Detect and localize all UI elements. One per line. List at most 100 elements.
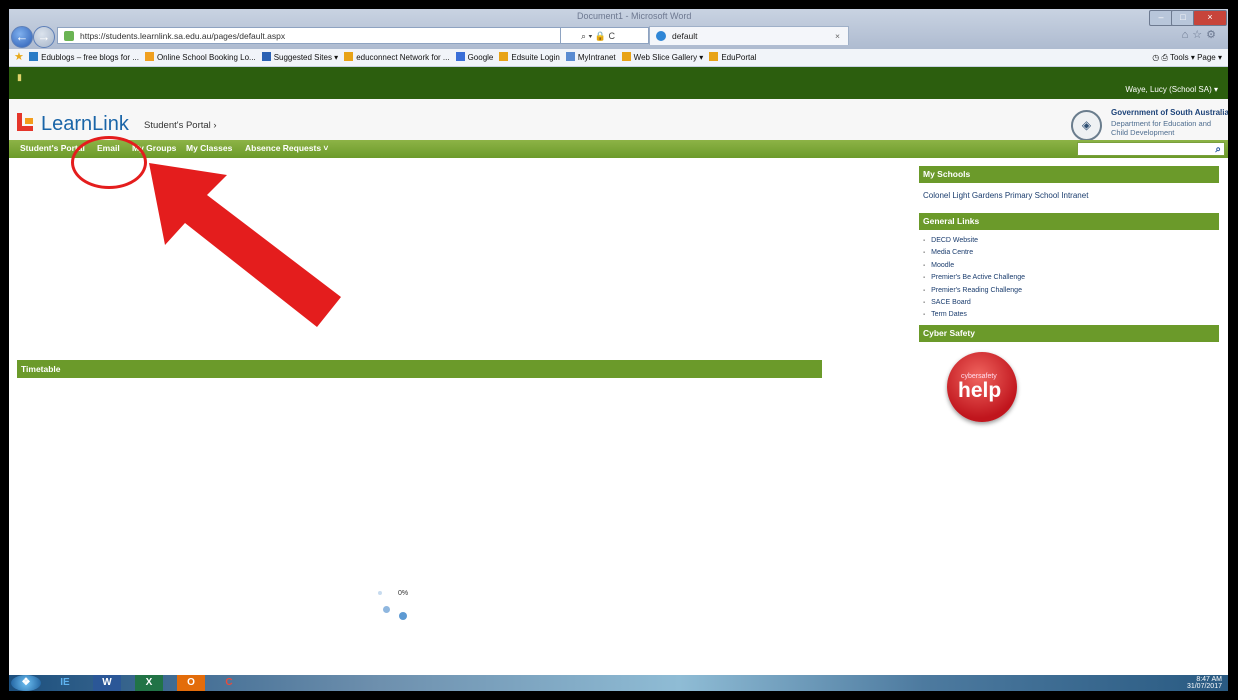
general-links-list: DECD Website Media Centre Moodle Premier… bbox=[923, 235, 1025, 322]
browser-toolbar-icons[interactable]: ⌂☆⚙ bbox=[1182, 28, 1220, 41]
favorite-link[interactable]: Edublogs – free blogs for ... bbox=[29, 49, 139, 66]
search-icon[interactable]: ⌕ bbox=[1215, 143, 1221, 156]
school-link[interactable]: Colonel Light Gardens Primary School Int… bbox=[923, 191, 1088, 200]
settings-gear-icon[interactable]: ⚙ bbox=[1206, 29, 1220, 41]
scroll-up-icon[interactable]: ⌃ bbox=[1217, 111, 1224, 120]
government-branding: ◈ Government of South Australia Departme… bbox=[1071, 106, 1228, 144]
favorites-bar: ★ Edublogs – free blogs for ... Online Sc… bbox=[9, 49, 1228, 67]
nav-item-absence-requests[interactable]: Absence Requests ˅ bbox=[245, 143, 328, 153]
maximize-button[interactable]: □ bbox=[1171, 10, 1195, 26]
taskbar-ie[interactable]: IE bbox=[51, 675, 79, 691]
gov-department: Department for Education and Child Devel… bbox=[1111, 119, 1212, 137]
back-arrow-icon: ← bbox=[15, 29, 29, 44]
link-sace-board[interactable]: SACE Board bbox=[923, 297, 1025, 309]
address-controls[interactable]: ⌕ ▾ 🔒 C bbox=[561, 27, 649, 44]
favorite-label: Google bbox=[467, 53, 494, 62]
annotation-arrow-icon bbox=[149, 163, 341, 327]
tab-title: default bbox=[672, 31, 698, 41]
favorite-page-icon bbox=[144, 52, 154, 61]
favorite-label: Edublogs – free blogs for ... bbox=[41, 53, 139, 62]
favorite-link[interactable]: Online School Booking Lo... bbox=[144, 49, 256, 66]
command-bar-text: Tools ▾ Page ▾ bbox=[1169, 53, 1222, 62]
annotation-circle bbox=[71, 136, 147, 189]
favorite-page-icon bbox=[455, 52, 465, 61]
favorite-label: Web Slice Gallery ▾ bbox=[633, 53, 704, 62]
loading-spinner-icon bbox=[376, 585, 416, 625]
favorite-page-icon bbox=[261, 52, 271, 61]
favorite-page-icon bbox=[29, 52, 39, 61]
favorite-label: educonnect Network for ... bbox=[356, 53, 450, 62]
favorite-page-icon bbox=[565, 52, 575, 61]
safety-icon[interactable]: ◷ bbox=[1152, 53, 1159, 62]
taskbar-word[interactable]: W bbox=[93, 675, 121, 691]
window-title: Document1 - Microsoft Word bbox=[577, 11, 692, 21]
link-decd-website[interactable]: DECD Website bbox=[923, 235, 1025, 247]
government-crest-icon: ◈ bbox=[1071, 110, 1102, 141]
windows-taskbar: ❖ IE W X O C 8:47 AM 31/07/2017 bbox=[9, 675, 1228, 691]
site-search-input[interactable]: Search this site... ⌕ bbox=[1077, 142, 1225, 157]
taskbar-chrome[interactable]: C bbox=[215, 675, 243, 691]
back-button[interactable]: ← bbox=[11, 26, 33, 48]
start-button[interactable]: ❖ bbox=[11, 675, 41, 691]
top-navigation: Student's Portal Email My Groups My Clas… bbox=[9, 140, 1228, 158]
system-clock[interactable]: 8:47 AM 31/07/2017 bbox=[1187, 676, 1222, 690]
favorite-link[interactable]: educonnect Network for ... bbox=[344, 49, 450, 66]
link-moodle[interactable]: Moodle bbox=[923, 260, 1025, 272]
timetable-header: Timetable bbox=[17, 360, 822, 378]
forward-arrow-icon: → bbox=[37, 29, 51, 44]
address-url: https://students.learnlink.sa.edu.au/pag… bbox=[80, 31, 286, 41]
favorite-label: Online School Booking Lo... bbox=[156, 53, 256, 62]
favorite-link[interactable]: Web Slice Gallery ▾ bbox=[621, 49, 704, 66]
help-label: help bbox=[958, 379, 1002, 402]
link-term-dates[interactable]: Term Dates bbox=[923, 309, 1025, 321]
clock-date: 31/07/2017 bbox=[1186, 683, 1222, 690]
gov-title: Government of South Australia bbox=[1111, 108, 1228, 117]
sharepoint-icon[interactable]: ▮ bbox=[17, 72, 22, 83]
clock-time: 8:47 AM bbox=[1196, 676, 1222, 683]
cybersafety-help-button[interactable]: cybersafety help bbox=[947, 346, 1026, 422]
favorite-link[interactable]: MyIntranet bbox=[565, 49, 616, 66]
link-media-centre[interactable]: Media Centre bbox=[923, 247, 1025, 259]
link-reading-challenge[interactable]: Premier's Reading Challenge bbox=[923, 285, 1025, 297]
loading-percent: 0% bbox=[398, 590, 409, 597]
ie-page-icon bbox=[656, 31, 666, 41]
learnlink-logo-icon[interactable] bbox=[17, 113, 33, 131]
favorite-link[interactable]: Edsuite Login bbox=[499, 49, 560, 66]
breadcrumb[interactable]: Student's Portal › bbox=[144, 120, 217, 131]
site-icon bbox=[64, 31, 74, 41]
taskbar-excel[interactable]: X bbox=[135, 675, 163, 691]
favorite-link[interactable]: EduPortal bbox=[709, 49, 756, 66]
print-icon[interactable]: ⎙ bbox=[1161, 53, 1167, 62]
favorite-label: MyIntranet bbox=[577, 53, 616, 62]
favorites-star-icon[interactable]: ★ bbox=[14, 49, 24, 66]
address-controls-icons: ⌕ ▾ 🔒 C bbox=[581, 31, 616, 41]
link-be-active-challenge[interactable]: Premier's Be Active Challenge bbox=[923, 272, 1025, 284]
general-links-header: General Links bbox=[919, 213, 1219, 230]
favorite-link[interactable]: Suggested Sites ▾ bbox=[261, 49, 339, 66]
favorite-label: Suggested Sites ▾ bbox=[273, 53, 339, 62]
forward-button[interactable]: → bbox=[33, 26, 55, 48]
favorite-page-icon bbox=[709, 52, 719, 61]
favorite-label: Edsuite Login bbox=[511, 53, 560, 62]
address-bar[interactable]: https://students.learnlink.sa.edu.au/pag… bbox=[57, 27, 561, 44]
my-schools-header: My Schools bbox=[919, 166, 1219, 183]
learnlink-logo-text[interactable]: LearnLink bbox=[41, 113, 129, 136]
favorite-page-icon bbox=[499, 52, 509, 61]
close-window-button[interactable]: × bbox=[1193, 10, 1227, 26]
browser-tab[interactable]: default × bbox=[649, 26, 849, 45]
minimize-button[interactable]: – bbox=[1149, 10, 1173, 26]
nav-item-my-classes[interactable]: My Classes bbox=[186, 143, 232, 153]
browser-title-bar: Document1 - Microsoft Word ← → https://s… bbox=[9, 9, 1228, 49]
favorite-link[interactable]: Google bbox=[455, 49, 494, 66]
favorite-label: EduPortal bbox=[721, 53, 757, 62]
command-bar[interactable]: ◷ ⎙ Tools ▾ Page ▾ bbox=[1152, 49, 1222, 66]
taskbar-outlook[interactable]: O bbox=[177, 675, 205, 691]
user-menu[interactable]: Waye, Lucy (School SA) ▾ bbox=[1125, 85, 1218, 94]
screenshot-frame: Document1 - Microsoft Word ← → https://s… bbox=[9, 9, 1228, 691]
home-icon[interactable]: ⌂ bbox=[1182, 29, 1193, 41]
tab-close-icon[interactable]: × bbox=[835, 27, 840, 45]
favorites-star-icon[interactable]: ☆ bbox=[1192, 29, 1206, 41]
cyber-safety-header: Cyber Safety bbox=[919, 325, 1219, 342]
sharepoint-suite-bar: ▮ Waye, Lucy (School SA) ▾ bbox=[9, 67, 1228, 99]
favorite-page-icon bbox=[621, 52, 631, 61]
